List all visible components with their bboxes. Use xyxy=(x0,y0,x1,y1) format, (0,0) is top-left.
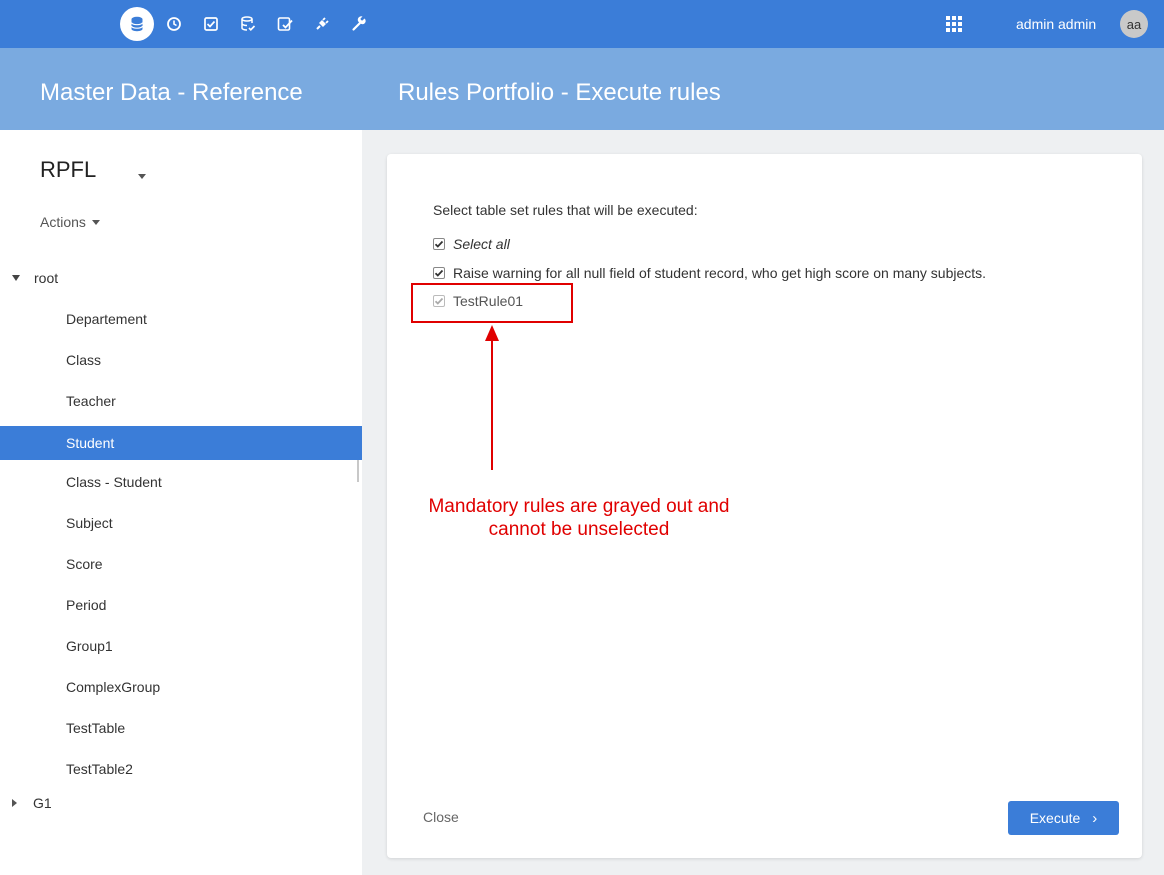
database-check-icon[interactable] xyxy=(231,7,265,41)
select-all-checkbox[interactable] xyxy=(433,238,445,250)
tree-item-complexgroup[interactable]: ComplexGroup xyxy=(0,670,362,704)
grid-icon[interactable] xyxy=(944,14,964,34)
tree-item-testtable2[interactable]: TestTable2 xyxy=(0,752,362,786)
avatar[interactable]: aa xyxy=(1120,10,1148,38)
select-all-checkbox-row[interactable]: Select all xyxy=(433,236,510,252)
tree-item-class-student[interactable]: Class - Student xyxy=(0,465,362,499)
page-title: Rules Portfolio - Execute rules xyxy=(398,79,721,106)
instructions-text: Select table set rules that will be exec… xyxy=(433,202,698,218)
database-icon[interactable] xyxy=(120,7,154,41)
checkbox-icon[interactable] xyxy=(194,7,228,41)
tree-item-teacher[interactable]: Teacher xyxy=(0,384,362,418)
top-navbar: admin admin aa xyxy=(0,0,1164,48)
annotation-line-1: Mandatory rules are grayed out and xyxy=(428,496,730,517)
execute-label: Execute xyxy=(1029,810,1081,826)
section-header: Master Data - Reference Rules Portfolio … xyxy=(0,48,1164,130)
expand-toggle-icon[interactable] xyxy=(12,799,17,807)
annotation-line-2: cannot be unselected xyxy=(488,519,670,540)
section-title: Master Data - Reference xyxy=(40,79,303,106)
rule-checkbox[interactable] xyxy=(433,267,445,279)
check-icon xyxy=(434,240,444,248)
tree-item-testtable[interactable]: TestTable xyxy=(0,711,362,745)
tree-item-subject[interactable]: Subject xyxy=(0,506,362,540)
actions-label: Actions xyxy=(40,214,86,230)
tree-item-departement[interactable]: Departement xyxy=(0,302,362,336)
chevron-down-icon[interactable] xyxy=(138,174,146,179)
tree-item-g1-label: G1 xyxy=(33,795,52,811)
tree-item-score[interactable]: Score xyxy=(0,547,362,581)
actions-menu[interactable]: Actions xyxy=(40,214,100,230)
annotation-text: Mandatory rules are grayed out and canno… xyxy=(404,495,754,541)
tree-item-period[interactable]: Period xyxy=(0,588,362,622)
nav-icon-group xyxy=(120,7,379,41)
tree-item-g1[interactable]: G1 xyxy=(12,795,52,811)
checklist-icon[interactable] xyxy=(268,7,302,41)
close-button[interactable]: Close xyxy=(423,809,459,825)
rule-checkbox-row[interactable]: Raise warning for all null field of stud… xyxy=(433,265,986,281)
tree-root-label: root xyxy=(34,270,59,286)
execute-button[interactable]: Execute › xyxy=(1008,801,1119,835)
select-all-label: Select all xyxy=(453,236,510,252)
check-icon xyxy=(434,269,444,277)
tree-root[interactable]: root xyxy=(12,270,58,286)
tree-item-group1[interactable]: Group1 xyxy=(0,629,362,663)
wrench-icon[interactable] xyxy=(342,7,376,41)
user-name[interactable]: admin admin xyxy=(1016,16,1096,32)
chevron-right-icon: › xyxy=(1092,809,1098,827)
annotation-arrow-icon xyxy=(485,325,499,470)
tree-item-student[interactable]: Student xyxy=(0,426,362,460)
sidebar-scrollbar[interactable] xyxy=(357,460,359,482)
rule-label: Raise warning for all null field of stud… xyxy=(453,265,987,281)
caret-down-icon xyxy=(91,219,100,225)
tree-item-class[interactable]: Class xyxy=(0,343,362,377)
clock-icon[interactable] xyxy=(157,7,191,41)
plug-icon[interactable] xyxy=(305,7,339,41)
annotation-highlight-box xyxy=(411,283,573,323)
sidebar: RPFL Actions root Departement Class Teac… xyxy=(0,130,362,875)
expand-toggle-icon[interactable] xyxy=(12,275,20,281)
entity-selector[interactable]: RPFL xyxy=(40,157,96,183)
